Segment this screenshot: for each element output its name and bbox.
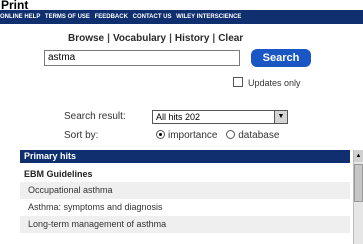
page-caption: Print xyxy=(1,0,29,12)
menu-separator: | xyxy=(169,33,172,44)
results-scrollbar[interactable]: ▲ xyxy=(353,150,363,244)
tool-menu: Browse | Vocabulary | History | Clear xyxy=(68,33,243,44)
sort-importance-label: importance xyxy=(168,130,218,141)
sort-database-label: database xyxy=(238,130,280,141)
nav-wiley-interscience[interactable]: WILEY INTERSCIENCE xyxy=(176,14,241,20)
sort-database-radio[interactable] xyxy=(226,130,236,139)
sort-by-options: importance database xyxy=(156,130,279,141)
search-button[interactable]: Search xyxy=(251,49,311,67)
updates-only-option[interactable]: Updates only xyxy=(233,77,301,88)
nav-terms-of-use[interactable]: TERMS OF USE xyxy=(45,14,90,20)
dropdown-arrow-icon[interactable]: ▼ xyxy=(274,111,287,123)
search-panel: Browse | Vocabulary | History | Clear astma Se… xyxy=(20,24,363,244)
clear-link[interactable]: Clear xyxy=(218,33,243,44)
scrollbar-thumb[interactable] xyxy=(354,164,363,202)
primary-hits-header: Primary hits xyxy=(20,150,350,163)
nav-online-help[interactable]: ONLINE HELP xyxy=(0,14,40,20)
sort-by-label: Sort by: xyxy=(64,130,99,141)
updates-only-label: Updates only xyxy=(248,78,301,88)
sort-importance-radio[interactable] xyxy=(156,130,165,139)
search-result-select[interactable]: All hits 202 ▼ xyxy=(152,110,288,124)
search-result-value: All hits 202 xyxy=(156,112,201,122)
result-item[interactable]: Long-term management of asthma xyxy=(20,216,350,233)
result-item[interactable]: Occupational asthma xyxy=(20,182,350,199)
search-input[interactable]: astma xyxy=(44,50,240,66)
menu-separator: | xyxy=(212,33,216,44)
vocabulary-link[interactable]: Vocabulary xyxy=(113,33,166,44)
history-link[interactable]: History xyxy=(175,33,209,44)
browse-link[interactable]: Browse xyxy=(68,33,104,44)
ebm-guidelines-heading: EBM Guidelines xyxy=(24,169,93,179)
result-item[interactable]: Asthma: symptoms and diagnosis xyxy=(20,199,350,216)
updates-only-checkbox[interactable] xyxy=(233,77,243,87)
nav-feedback[interactable]: FEEDBACK xyxy=(95,14,128,20)
menu-separator: | xyxy=(107,33,110,44)
top-navigation-bar: ONLINE HELP TERMS OF USE FEEDBACK CONTAC… xyxy=(0,10,363,24)
search-result-label: Search result: xyxy=(64,111,126,122)
nav-contact-us[interactable]: CONTACT US xyxy=(133,14,172,20)
scroll-up-arrow-icon[interactable]: ▲ xyxy=(354,150,363,162)
